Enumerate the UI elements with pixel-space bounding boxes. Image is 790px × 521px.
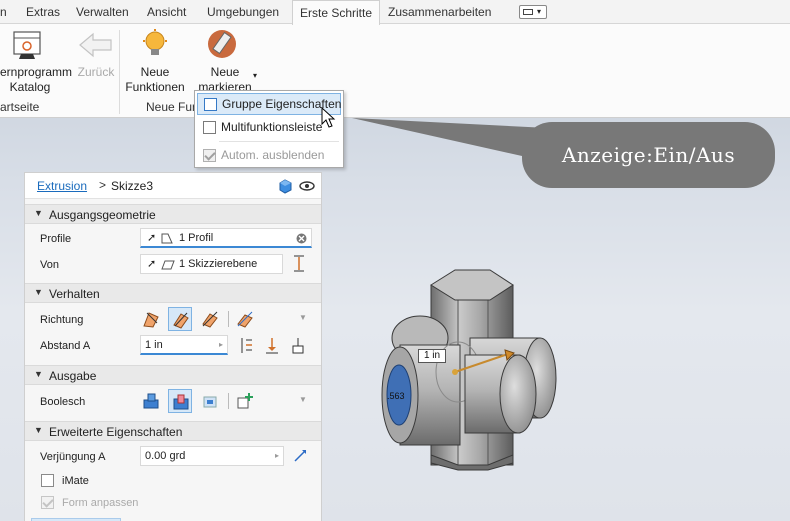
checkbox-icon	[203, 121, 216, 134]
menu-item-label: Autom. ausblenden	[221, 148, 325, 162]
callout-text: Anzeige:Ein/Aus	[561, 143, 736, 167]
checkbox-icon	[204, 98, 217, 111]
menu-separator	[219, 141, 339, 142]
menu-item-autom-ausblenden[interactable]: Autom. ausblenden	[197, 145, 341, 167]
checkbox-checked-icon	[203, 149, 216, 162]
callout-tail	[352, 118, 548, 160]
menu-item-label: Multifunktionsleiste	[221, 120, 323, 134]
mark-new-dropdown: Gruppe Eigenschaften Multifunktionsleist…	[194, 90, 344, 168]
mouse-cursor-icon	[321, 107, 336, 128]
callout-bubble: Anzeige:Ein/Aus	[522, 122, 775, 188]
menu-item-multifunktionsleiste[interactable]: Multifunktionsleiste	[197, 117, 341, 139]
menu-item-gruppe-eigenschaften[interactable]: Gruppe Eigenschaften	[197, 93, 341, 115]
